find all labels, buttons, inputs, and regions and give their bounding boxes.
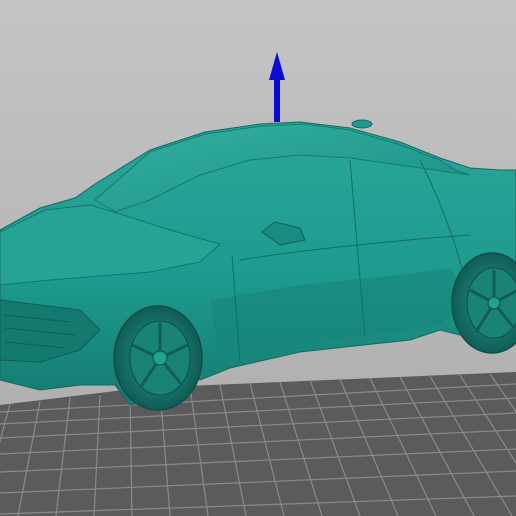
front-wheel [113,305,203,411]
roof-antenna [351,119,373,129]
car-model[interactable] [0,119,516,411]
z-axis-arrow-icon[interactable] [269,52,285,122]
scene [0,52,516,516]
build-plate [0,372,516,516]
3d-viewport[interactable] [0,0,516,516]
